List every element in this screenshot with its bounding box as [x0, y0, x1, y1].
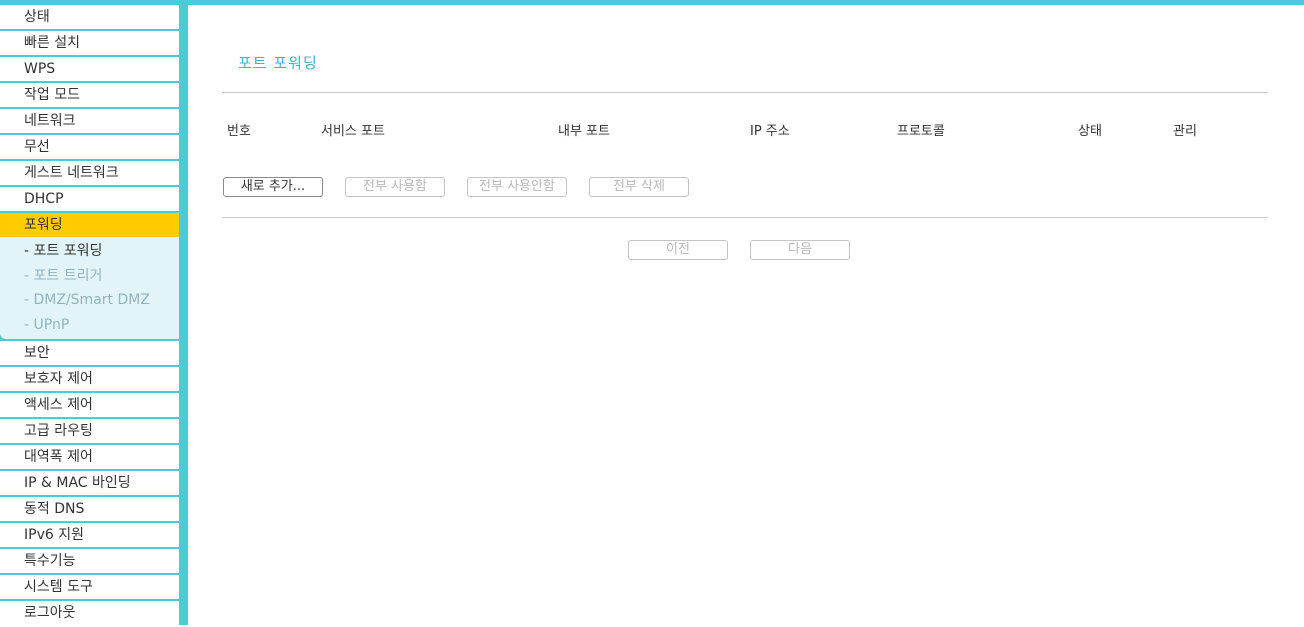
sidebar-menu: 상태 빠른 설치 WPS 작업 모드 네트워크 무선 게스트 네트워크 DHCP…: [0, 5, 179, 627]
sidebar-item-special-features[interactable]: 특수기능: [0, 549, 179, 573]
column-header-protocol: 프로토콜: [897, 124, 945, 139]
column-header-manage: 관리: [1173, 124, 1197, 139]
sidebar-item-bandwidth-control[interactable]: 대역폭 제어: [0, 445, 179, 469]
sidebar-item-dhcp[interactable]: DHCP: [0, 187, 179, 211]
sidebar-item-wireless[interactable]: 무선: [0, 135, 179, 159]
column-header-internal-port: 내부 포트: [558, 124, 610, 139]
disable-all-button[interactable]: 전부 사용안함: [467, 177, 567, 197]
sidebar-item-security[interactable]: 보안: [0, 341, 179, 365]
add-new-button[interactable]: 새로 추가...: [223, 177, 323, 197]
sidebar-item-ipv6[interactable]: IPv6 지원: [0, 523, 179, 547]
next-page-button[interactable]: 다음: [750, 240, 850, 260]
sidebar-item-forwarding[interactable]: 포워딩: [0, 213, 179, 237]
column-header-status: 상태: [1078, 124, 1102, 139]
delete-all-button[interactable]: 전부 삭제: [589, 177, 689, 197]
sidebar-item-quick-setup[interactable]: 빠른 설치: [0, 31, 179, 55]
title-divider: [222, 92, 1268, 93]
submenu-item-upnp[interactable]: - UPnP: [0, 313, 179, 338]
page-title: 포트 포워딩: [238, 54, 318, 72]
submenu-item-dmz[interactable]: - DMZ/Smart DMZ: [0, 288, 179, 313]
forwarding-submenu: - 포트 포워딩 - 포트 트리거 - DMZ/Smart DMZ - UPnP: [0, 237, 179, 339]
sidebar-item-parental-control[interactable]: 보호자 제어: [0, 367, 179, 391]
sidebar-item-guest-network[interactable]: 게스트 네트워크: [0, 161, 179, 185]
actions-divider: [222, 217, 1268, 218]
column-header-ip-address: IP 주소: [750, 124, 790, 139]
sidebar-item-advanced-routing[interactable]: 고급 라우팅: [0, 419, 179, 443]
sidebar-item-wps[interactable]: WPS: [0, 57, 179, 81]
submenu-item-port-forwarding[interactable]: - 포트 포워딩: [0, 239, 179, 264]
sidebar-item-access-control[interactable]: 액세스 제어: [0, 393, 179, 417]
column-header-service-port: 서비스 포트: [321, 124, 385, 139]
column-header-number: 번호: [227, 124, 251, 139]
sidebar-item-status[interactable]: 상태: [0, 5, 179, 29]
submenu-item-port-triggering[interactable]: - 포트 트리거: [0, 264, 179, 289]
sidebar-item-operation-mode[interactable]: 작업 모드: [0, 83, 179, 107]
prev-page-button[interactable]: 이전: [628, 240, 728, 260]
main-content: 포트 포워딩 번호 서비스 포트 내부 포트 IP 주소 프로토콜 상태 관리 …: [188, 5, 1304, 625]
sidebar-item-dynamic-dns[interactable]: 동적 DNS: [0, 497, 179, 521]
sidebar-item-logout[interactable]: 로그아웃: [0, 601, 179, 625]
sidebar-item-ip-mac-binding[interactable]: IP & MAC 바인딩: [0, 471, 179, 495]
sidebar-item-system-tools[interactable]: 시스템 도구: [0, 575, 179, 599]
sidebar-item-network[interactable]: 네트워크: [0, 109, 179, 133]
enable-all-button[interactable]: 전부 사용함: [345, 177, 445, 197]
sidebar: 상태 빠른 설치 WPS 작업 모드 네트워크 무선 게스트 네트워크 DHCP…: [0, 5, 188, 625]
